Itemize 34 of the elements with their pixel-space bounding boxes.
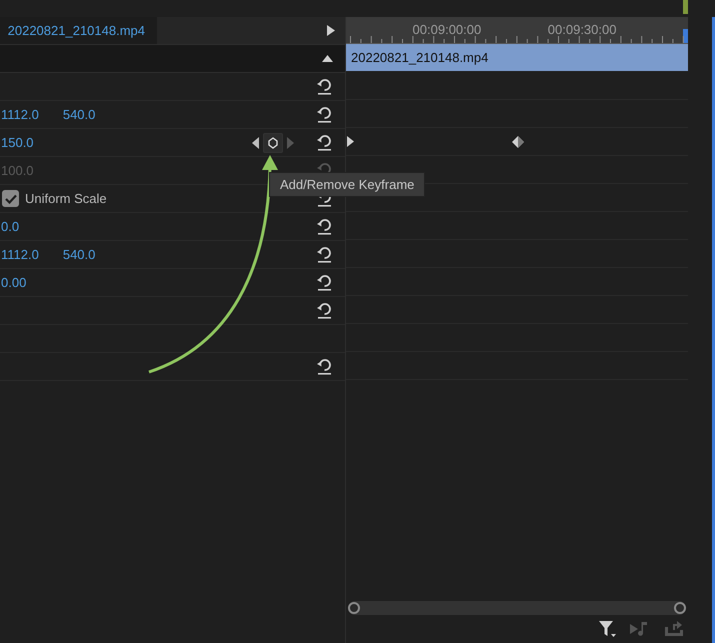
clip-name[interactable]: 20220821_210148.mp4 [0,17,157,44]
checkbox-label: Uniform Scale [25,191,107,206]
time-ruler[interactable]: 00:09:00:00 00:09:30:00 [346,17,688,44]
property-value[interactable]: 150.0 [1,135,34,150]
previous-keyframe-icon[interactable] [252,136,259,148]
property-value[interactable]: 1112.0 [1,107,39,122]
reset-icon[interactable] [316,106,333,123]
timecode-label: 00:09:00:00 [412,22,482,37]
reset-icon[interactable] [316,246,333,263]
reset-icon[interactable] [316,218,333,235]
reset-icon[interactable] [316,302,333,319]
property-value[interactable]: 0.0 [1,219,20,234]
property-value[interactable]: 540.0 [62,247,96,262]
timecode-label: 00:09:30:00 [548,22,616,37]
reset-icon[interactable] [316,134,333,151]
checkbox[interactable] [2,190,19,207]
tooltip: Add/Remove Keyframe [269,172,426,197]
reset-icon[interactable] [316,274,333,291]
reset-icon[interactable] [316,358,333,375]
reset-icon[interactable] [316,78,333,95]
keyframe-icon [268,136,278,148]
zoom-scrollbar[interactable] [348,601,686,615]
keyframe-icon[interactable] [512,136,524,148]
property-value[interactable]: 540.0 [62,107,96,122]
play-triangle-icon [347,136,354,147]
property-value[interactable]: 0.00 [1,275,26,290]
add-keyframe-button[interactable] [263,132,283,152]
property-value[interactable]: 1112.0 [1,247,39,262]
filter-icon[interactable] [598,620,616,638]
clip-bar[interactable]: 20220821_210148.mp4 [346,44,688,72]
collapse-triangle-icon[interactable] [322,55,333,62]
playhead-marker[interactable] [683,29,688,43]
marker-icon [683,0,688,14]
play-triangle-icon[interactable] [327,25,335,36]
